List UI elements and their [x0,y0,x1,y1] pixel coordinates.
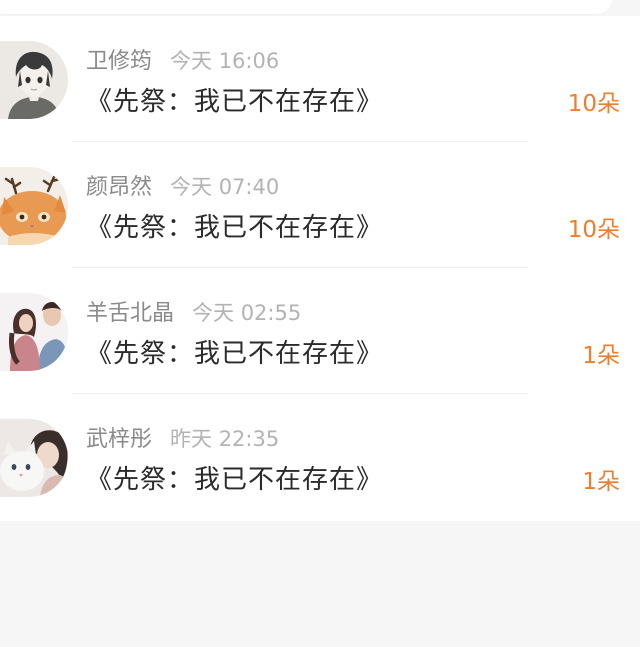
sender-name[interactable]: 颜昂然 [86,175,152,200]
previous-card-edge [0,0,612,14]
orange-cat-antlers-avatar-icon[interactable] [0,167,68,245]
list-item[interactable]: 羊舌北晶 今天 02:55 《先祭：我已不在存在》 1朵 [0,268,640,394]
send-time: 今天 16:06 [170,49,280,73]
sender-info: 羊舌北晶 今天 02:55 [86,298,301,328]
gift-record-list: 卫修筠 今天 16:06 《先祭：我已不在存在》 10朵 颜昂然 今天 07:4… [0,16,640,521]
book-title[interactable]: 《先祭：我已不在存在》 [86,84,383,120]
flower-count: 1朵 [582,343,620,369]
send-time: 昨天 22:35 [170,427,280,451]
list-item[interactable]: 武梓彤 昨天 22:35 《先祭：我已不在存在》 1朵 [0,394,640,520]
anime-boy-avatar-icon[interactable] [0,41,68,119]
sender-info: 武梓彤 昨天 22:35 [86,424,279,454]
send-time: 今天 02:55 [192,301,302,325]
sender-name[interactable]: 武梓彤 [86,427,152,452]
couple-photo-avatar-icon[interactable] [0,293,68,371]
sender-name[interactable]: 羊舌北晶 [86,301,174,326]
book-title[interactable]: 《先祭：我已不在存在》 [86,210,383,246]
list-item[interactable]: 卫修筠 今天 16:06 《先祭：我已不在存在》 10朵 [0,16,640,142]
girl-with-cat-avatar-icon[interactable] [0,419,68,497]
flower-count: 10朵 [567,217,620,243]
book-title[interactable]: 《先祭：我已不在存在》 [86,336,383,372]
book-title[interactable]: 《先祭：我已不在存在》 [86,462,383,498]
list-item[interactable]: 颜昂然 今天 07:40 《先祭：我已不在存在》 10朵 [0,142,640,268]
send-time: 今天 07:40 [170,175,280,199]
sender-info: 颜昂然 今天 07:40 [86,172,279,202]
sender-info: 卫修筠 今天 16:06 [86,46,279,76]
flower-count: 1朵 [582,469,620,495]
flower-count: 10朵 [567,91,620,117]
sender-name[interactable]: 卫修筠 [86,49,152,74]
